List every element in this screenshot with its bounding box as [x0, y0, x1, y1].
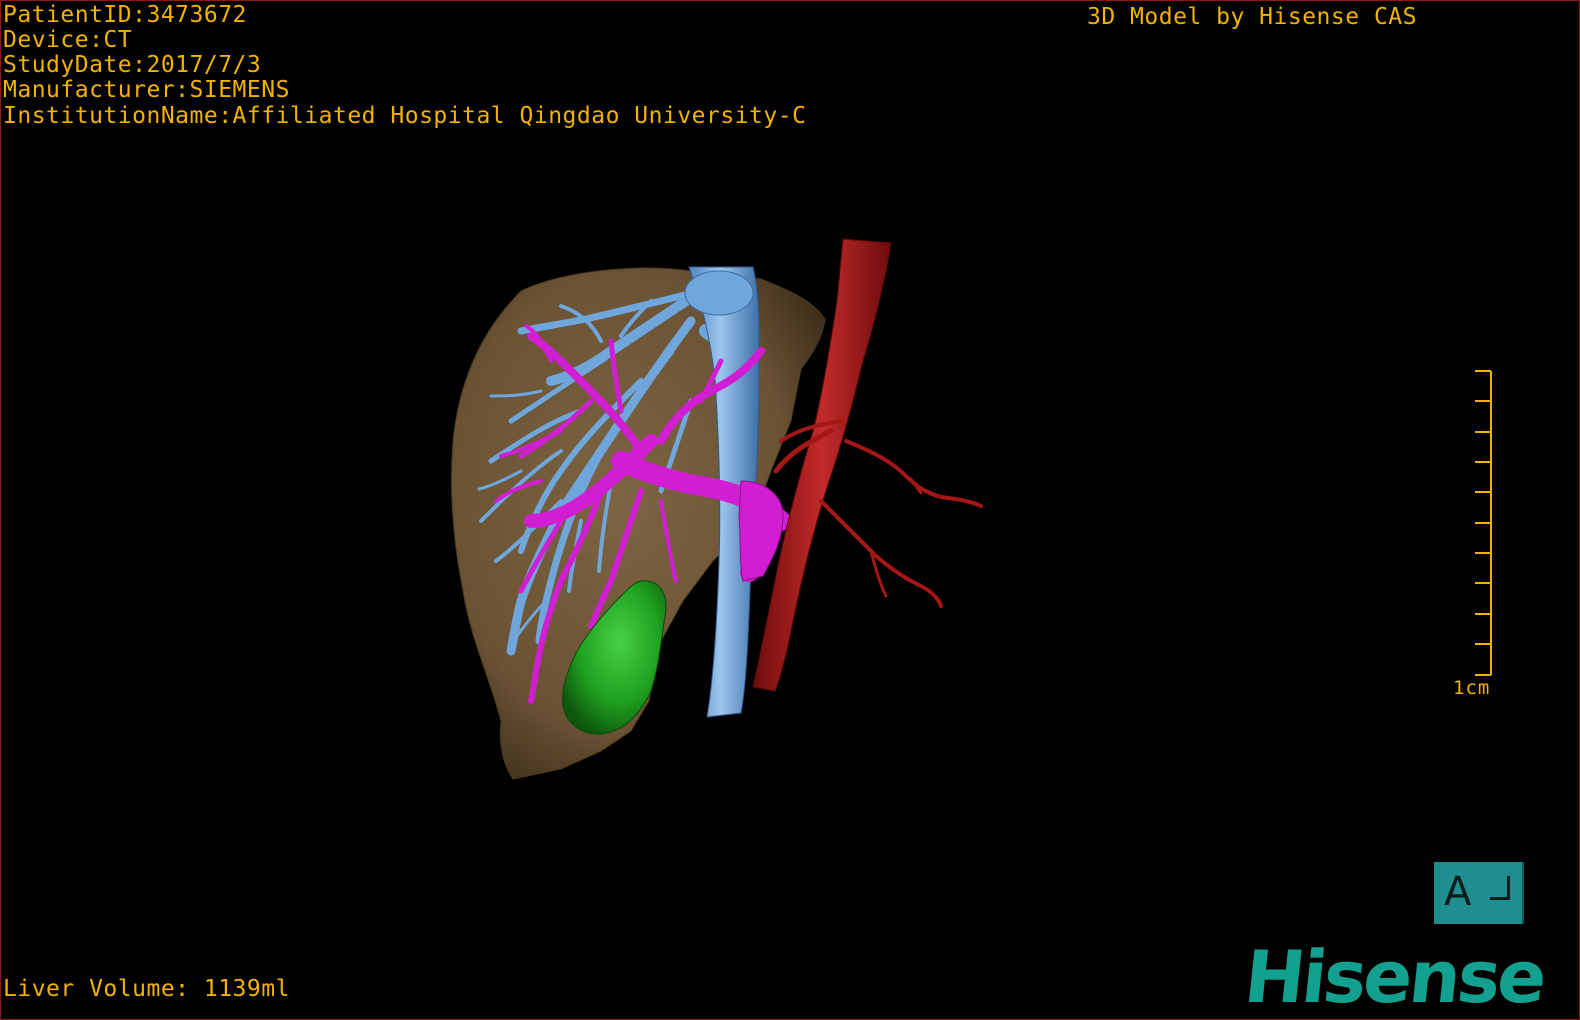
portal-vein-trunk [738, 480, 784, 582]
liver-3d-model[interactable] [1, 1, 1580, 1020]
liver-volume-label: Liver Volume: 1139ml [3, 976, 290, 1002]
scale-bar [1475, 370, 1492, 676]
hisense-logo: Hisense [1240, 935, 1548, 1019]
ivc-confluence [684, 270, 754, 316]
orientation-cube[interactable]: A [1434, 862, 1524, 924]
orientation-letter: A [1444, 869, 1472, 915]
scale-label: 1cm [1453, 677, 1491, 699]
3d-viewer-viewport[interactable]: PatientID:3473672 Device:CT StudyDate:20… [0, 0, 1580, 1020]
orientation-corner-icon [1490, 876, 1510, 900]
